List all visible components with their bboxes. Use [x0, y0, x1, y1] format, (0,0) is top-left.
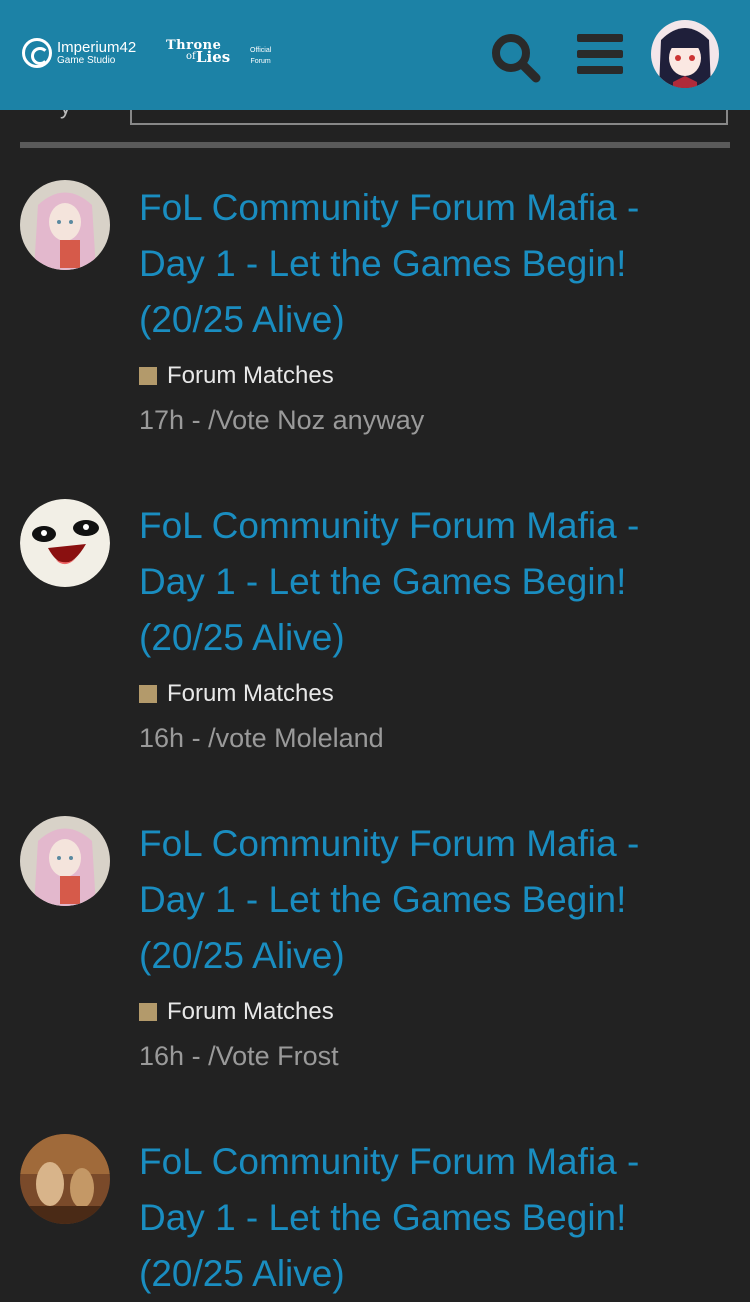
topic-meta: 17h - /Vote Noz anyway: [139, 405, 424, 436]
pink-hair-avatar-icon: [20, 180, 110, 270]
official-forum-label: Official Forum: [250, 47, 272, 65]
throne-of-lies-logo[interactable]: Throne of Lies: [166, 39, 230, 65]
logo-sub-text: Game Studio: [57, 55, 116, 66]
hamburger-menu-icon: [577, 34, 623, 74]
topic-title-link[interactable]: FoL Community Forum Mafia - Day 1 - Let …: [139, 1134, 679, 1302]
category-badge[interactable]: Forum Matches: [139, 680, 334, 708]
search-icon: [492, 34, 541, 83]
poster-avatar[interactable]: [20, 816, 110, 906]
topic-title-link[interactable]: FoL Community Forum Mafia - Day 1 - Let …: [139, 498, 679, 666]
post-age[interactable]: 16h: [139, 723, 184, 753]
category-label: Forum Matches: [167, 680, 334, 707]
topic-meta: 16h - /vote Moleland: [139, 723, 384, 754]
imperium42-swirl-icon: [22, 38, 52, 68]
current-user-avatar[interactable]: [651, 20, 719, 88]
site-header: Imperium42 Game Studio Throne of Lies Of…: [0, 0, 750, 110]
category-color-swatch: [139, 1003, 157, 1021]
laughing-face-avatar-icon: [20, 498, 110, 588]
poster-avatar[interactable]: [20, 498, 110, 588]
meta-separator: -: [191, 1041, 201, 1071]
topic-title-link[interactable]: FoL Community Forum Mafia - Day 1 - Let …: [139, 180, 679, 348]
meta-separator: -: [191, 723, 201, 753]
user-avatar-icon: [651, 20, 719, 88]
search-button[interactable]: [489, 31, 541, 83]
logo-main-text: Imperium42: [57, 39, 137, 56]
category-color-swatch: [139, 685, 157, 703]
filter-row: y: [0, 94, 750, 140]
topic-meta: 16h - /Vote Frost: [139, 1041, 339, 1072]
pink-hair-avatar-icon: [20, 816, 110, 906]
post-excerpt[interactable]: /Vote Frost: [208, 1041, 339, 1071]
post-excerpt[interactable]: /vote Moleland: [208, 723, 384, 753]
category-label: Forum Matches: [167, 362, 334, 389]
list-divider: [20, 142, 730, 148]
category-badge[interactable]: Forum Matches: [139, 362, 334, 390]
post-age[interactable]: 17h: [139, 405, 184, 435]
painting-avatar-icon: [20, 1134, 110, 1224]
category-label: Forum Matches: [167, 998, 334, 1025]
post-excerpt[interactable]: /Vote Noz anyway: [208, 405, 424, 435]
imperium42-logo[interactable]: Imperium42 Game Studio: [22, 38, 136, 68]
poster-avatar[interactable]: [20, 180, 110, 270]
post-age[interactable]: 16h: [139, 1041, 184, 1071]
meta-separator: -: [191, 405, 201, 435]
category-badge[interactable]: Forum Matches: [139, 998, 334, 1026]
hamburger-menu-button[interactable]: [577, 34, 623, 74]
category-color-swatch: [139, 367, 157, 385]
poster-avatar[interactable]: [20, 1134, 110, 1224]
topic-title-link[interactable]: FoL Community Forum Mafia - Day 1 - Let …: [139, 816, 679, 984]
